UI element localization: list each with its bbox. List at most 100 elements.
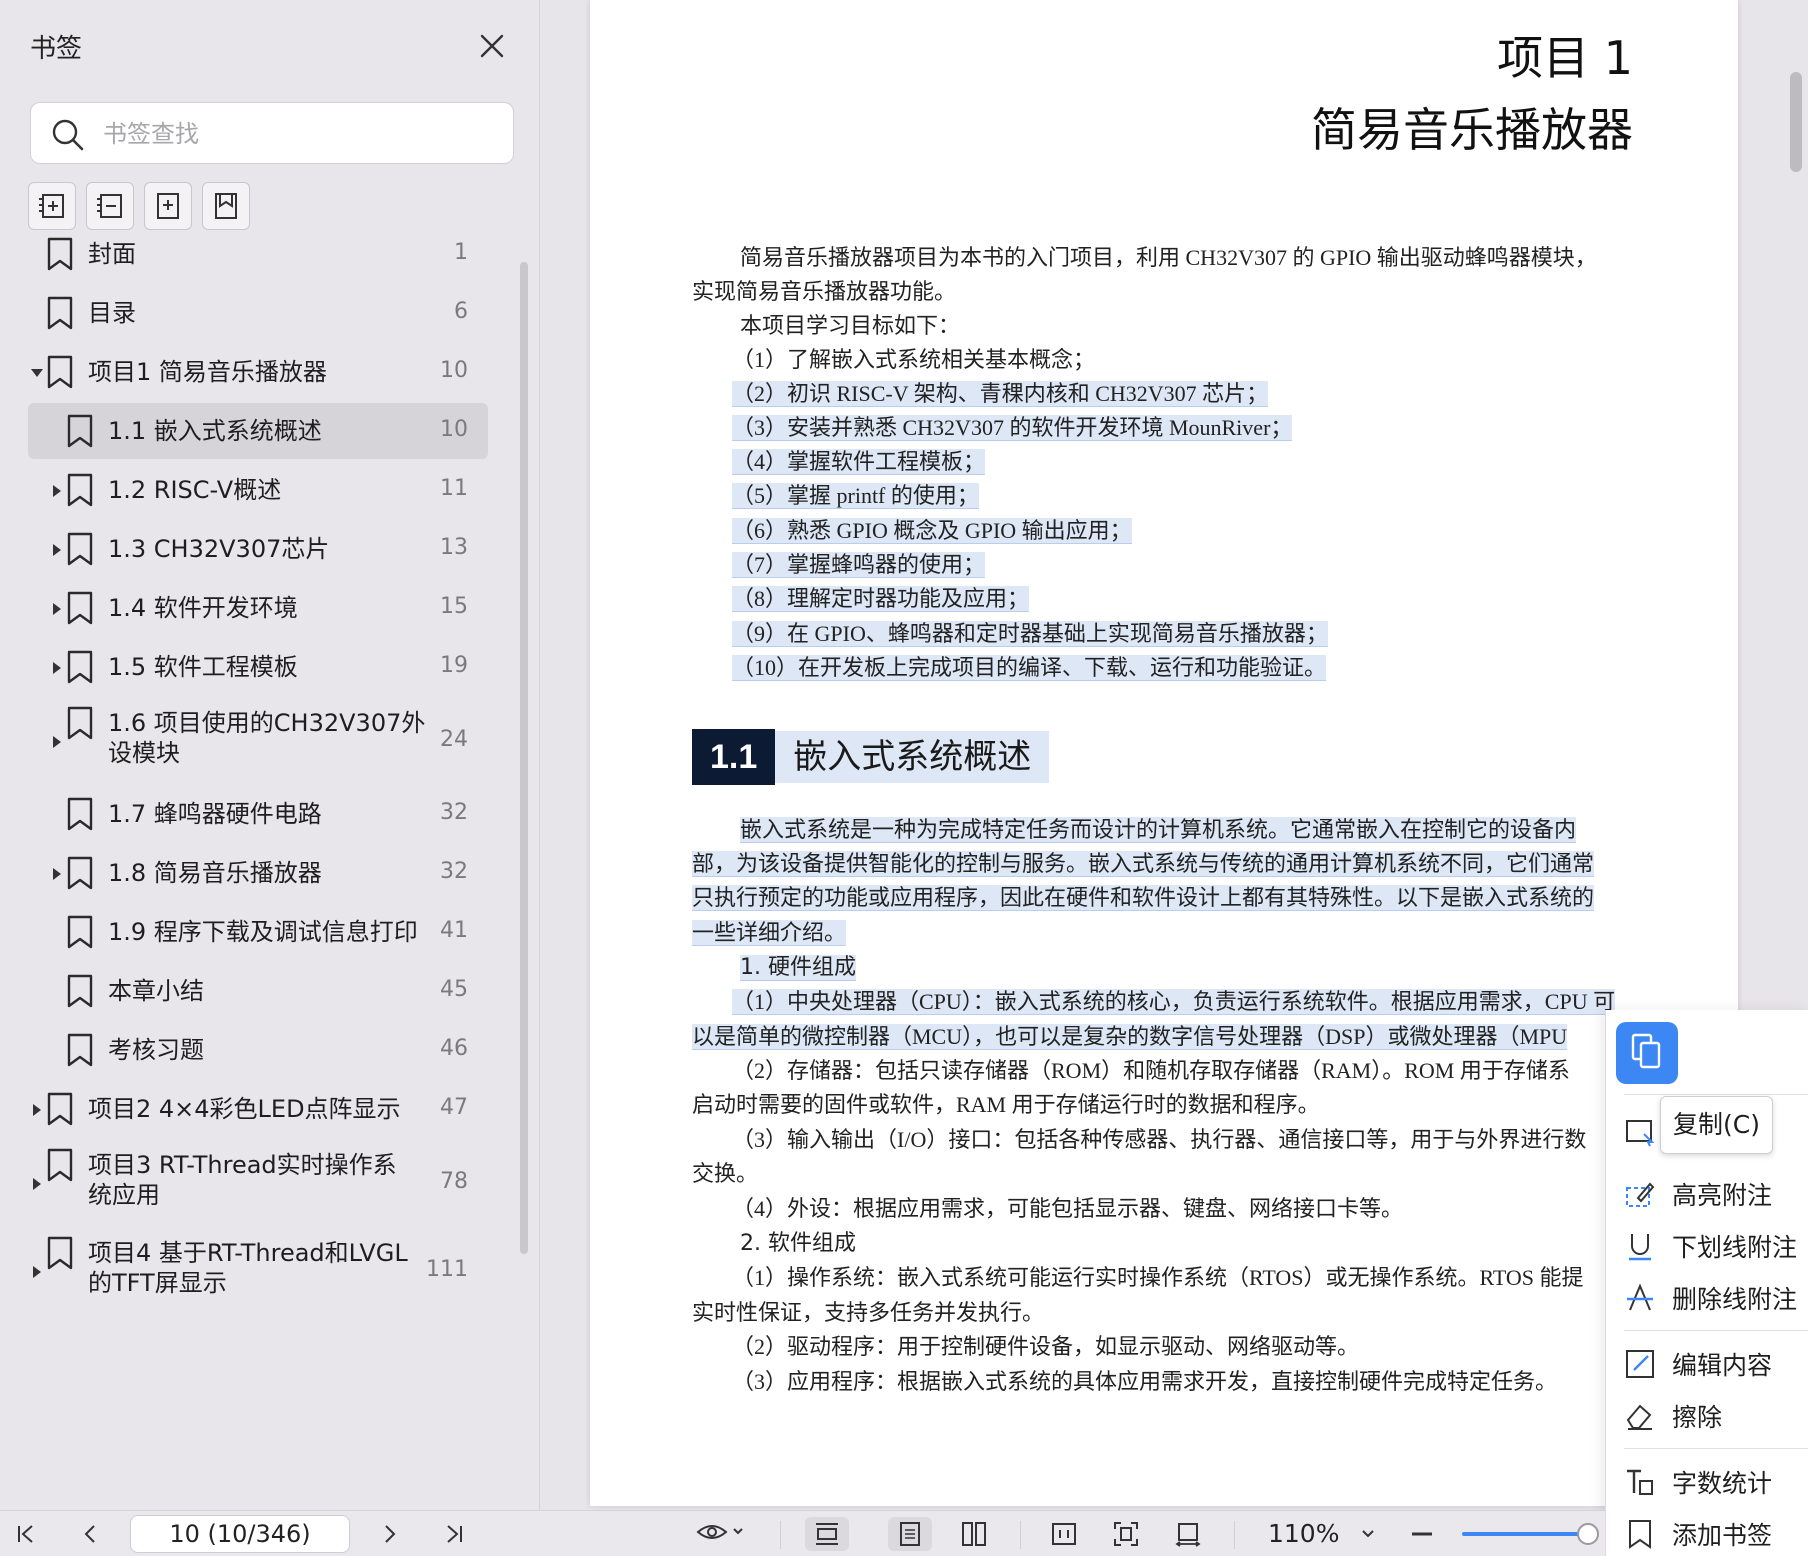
bookmark-item[interactable]: 1.2 RISC-V概述 11 (28, 462, 488, 518)
paragraph-line: （1）操作系统：嵌入式系统可能运行实时操作系统（RTOS）或无操作系统。RTOS… (732, 1265, 1584, 1290)
eye-icon (696, 1520, 744, 1548)
bookmark-icon (46, 355, 74, 389)
caret-right-icon[interactable] (50, 483, 64, 497)
prev-page-icon[interactable] (72, 1517, 108, 1551)
bookmark-item[interactable]: 目录 6 (28, 285, 488, 341)
zoom-level[interactable]: 110% (1268, 1519, 1339, 1548)
bookmark-label: 1.3 CH32V307芯片 (108, 535, 330, 563)
paragraph-line: （3）输入输出（I/O）接口：包括各种传感器、执行器、通信接口等，用于与外界进行… (732, 1127, 1587, 1152)
menu-item-label: 添加书签 (1672, 1521, 1773, 1550)
bookmark-item[interactable]: 封面 1 (28, 226, 488, 282)
caret-right-icon[interactable] (50, 734, 64, 748)
bookmark-item[interactable]: 1.1 嵌入式系统概述 10 (28, 403, 488, 459)
caret-right-icon[interactable] (30, 1264, 44, 1278)
bookmark-item[interactable]: 1.4 软件开发环境 15 (28, 580, 488, 636)
intro-line: 简易音乐播放器项目为本书的入门项目，利用 CH32V307 的 GPIO 输出驱… (740, 245, 1597, 270)
caret-right-icon[interactable] (30, 1176, 44, 1190)
chevron-down-icon[interactable] (1350, 1517, 1386, 1551)
strikethrough-note-item[interactable]: 删除线附注 (1624, 1278, 1808, 1318)
bookmark-item[interactable]: 1.9 程序下载及调试信息打印 41 (28, 904, 488, 960)
section-title: 嵌入式系统概述 (775, 731, 1050, 783)
bookmark-label: 1.5 软件工程模板 (108, 653, 298, 681)
bookmark-item[interactable]: 考核习题 46 (28, 1022, 488, 1078)
goal-item: （3）安装并熟悉 CH32V307 的软件开发环境 MounRiver； (732, 415, 1293, 440)
bookmark-item[interactable]: 项目2 4×4彩色LED点阵显示 47 (28, 1081, 488, 1137)
subsection-heading: 2. 软件组成 (740, 1231, 856, 1256)
bookmark-icon (66, 591, 94, 625)
add-bookmark-icon[interactable] (144, 182, 192, 230)
chapter-subtitle: 简易音乐播放器 (1311, 103, 1633, 157)
copy-icon (1627, 1031, 1667, 1075)
bookmark-page-number: 111 (426, 1257, 468, 1282)
paragraph-line: 一些详细介绍。 (692, 920, 847, 945)
bookmark-page-number: 41 (440, 918, 468, 943)
bookmark-item[interactable]: 项目1 简易音乐播放器 10 (28, 344, 488, 400)
first-page-icon[interactable] (8, 1517, 44, 1551)
bookmark-item[interactable]: 1.3 CH32V307芯片 13 (28, 521, 488, 577)
caret-right-icon[interactable] (50, 601, 64, 615)
zoom-out-icon[interactable] (1404, 1517, 1440, 1551)
bookmark-page-number: 32 (440, 859, 468, 884)
bookmark-icon (1624, 1518, 1656, 1550)
menu-item-label: 下划线附注 (1672, 1233, 1798, 1262)
zoom-slider-track[interactable] (1462, 1532, 1588, 1536)
bookmark-icon (66, 1033, 94, 1067)
bookmark-page-number: 32 (440, 800, 468, 825)
word-count-item[interactable]: 字数统计 (1624, 1462, 1808, 1502)
bookmark-item[interactable]: 1.5 软件工程模板 19 (28, 639, 488, 695)
erase-item[interactable]: 擦除 (1624, 1396, 1808, 1436)
fit-width-icon[interactable] (1166, 1517, 1210, 1551)
bookmark-item[interactable]: 1.7 蜂鸣器硬件电路 32 (28, 786, 488, 842)
bookmark-item[interactable]: 本章小结 45 (28, 963, 488, 1019)
bookmark-item[interactable]: 项目4 基于RT-Thread和LVGL 的TFT屏显示 111 (28, 1228, 488, 1314)
subsection-heading: 1. 硬件组成 (740, 955, 856, 980)
caret-right-icon[interactable] (50, 866, 64, 880)
add-bookmark-item[interactable]: 添加书签 (1624, 1514, 1808, 1554)
caret-right-icon[interactable] (50, 542, 64, 556)
bookmark-label: 考核习题 (108, 1036, 204, 1064)
bookmark-item[interactable]: 1.6 项目使用的CH32V307外 设模块 24 (28, 698, 488, 784)
copy-tooltip: 复制(C) (1660, 1096, 1773, 1154)
underline-note-item[interactable]: 下划线附注 (1624, 1226, 1808, 1266)
single-page-icon[interactable] (888, 1517, 932, 1551)
two-page-icon[interactable] (952, 1517, 996, 1551)
zoom-slider-handle[interactable] (1577, 1523, 1599, 1545)
paragraph-line: （3）应用程序：根据嵌入式系统的具体应用需求开发，直接控制硬件完成特定任务。 (732, 1369, 1558, 1394)
caret-right-icon[interactable] (50, 660, 64, 674)
goal-item: （7）掌握蜂鸣器的使用； (732, 552, 986, 577)
sidebar-title: 书签 (30, 34, 83, 64)
bookmark-icon[interactable] (202, 182, 250, 230)
document-page: 项目 1 简易音乐播放器 简易音乐播放器项目为本书的入门项目，利用 CH32V3… (590, 0, 1738, 1506)
sidebar-scrollbar[interactable] (520, 262, 528, 1254)
bookmark-search-input[interactable] (103, 115, 493, 153)
bookmark-sidebar: 书签 封面 1 目录 6 项目1 简易音乐播放器 10 1.1 嵌入式系统概述 10 1.2 R… (0, 0, 540, 1510)
bookmark-page-number: 11 (440, 476, 468, 501)
continuous-scroll-icon[interactable] (805, 1517, 849, 1551)
copy-button[interactable] (1616, 1022, 1678, 1084)
bookmark-icon (66, 414, 94, 448)
edit-content-item[interactable]: 编辑内容 (1624, 1344, 1808, 1384)
bookmark-item[interactable]: 1.8 简易音乐播放器 32 (28, 845, 488, 901)
next-page-icon[interactable] (372, 1517, 408, 1551)
collapse-all-icon[interactable] (86, 182, 134, 230)
close-icon[interactable] (474, 28, 510, 64)
bookmark-icon (46, 237, 74, 271)
page-number-input[interactable] (130, 1515, 350, 1553)
caret-down-icon[interactable] (30, 365, 44, 379)
select-area-item[interactable] (1624, 1112, 1664, 1152)
goal-item: （1）了解嵌入式系统相关基本概念； (732, 347, 1096, 372)
document-scrollbar[interactable] (1790, 72, 1802, 172)
last-page-icon[interactable] (436, 1517, 472, 1551)
bookmark-page-number: 13 (440, 535, 468, 560)
menu-divider (1624, 1094, 1808, 1095)
highlight-note-item[interactable]: 高亮附注 (1624, 1174, 1808, 1214)
underline-icon (1624, 1230, 1656, 1262)
caret-right-icon[interactable] (30, 1102, 44, 1116)
actual-size-icon[interactable] (1042, 1517, 1086, 1551)
view-mode-button[interactable] (690, 1517, 750, 1551)
expand-all-icon[interactable] (28, 182, 76, 230)
fit-page-icon[interactable] (1104, 1517, 1148, 1551)
bookmark-page-number: 10 (440, 417, 468, 442)
eraser-icon (1624, 1400, 1656, 1432)
bookmark-item[interactable]: 项目3 RT-Thread实时操作系 统应用 78 (28, 1140, 488, 1226)
